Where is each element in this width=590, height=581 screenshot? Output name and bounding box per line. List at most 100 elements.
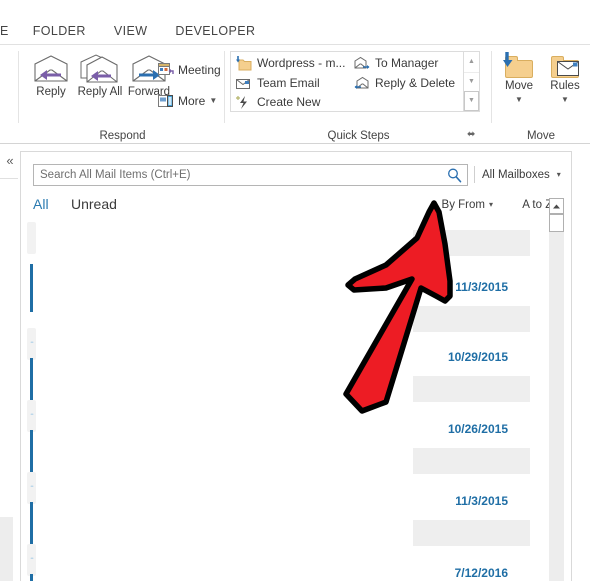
- move-arrow-icon: [503, 52, 513, 67]
- mail-content-area: « Search All Mail Items (Ctrl+E) All Mai…: [0, 145, 590, 581]
- quick-step-create-new[interactable]: Create New: [233, 92, 320, 112]
- forward-to-manager-icon: [354, 56, 370, 69]
- sort-field-caret-icon: ▾: [488, 200, 493, 209]
- message-row[interactable]: [22, 222, 552, 268]
- search-scope-label: All Mailboxes: [482, 169, 550, 181]
- search-row: Search All Mail Items (Ctrl+E) All Mailb…: [33, 164, 561, 186]
- quick-step-wordpress-label: Wordpress - m...: [257, 56, 346, 70]
- unread-indicator: [30, 574, 33, 581]
- row-grip-dots-icon: •••: [30, 556, 33, 562]
- quick-step-to-manager[interactable]: To Manager: [351, 53, 438, 73]
- ribbon: Reply Reply All Forward Meeting More ▼ R…: [0, 44, 590, 144]
- row-date: 10/29/2015: [447, 350, 508, 364]
- envelope-reply-icon: [34, 55, 68, 82]
- reply-all-button[interactable]: Reply All: [75, 50, 125, 122]
- meeting-button[interactable]: Meeting: [158, 57, 221, 83]
- unread-indicator: [30, 358, 33, 406]
- quick-step-team-email[interactable]: Team Email: [233, 73, 320, 93]
- move-caret-icon[interactable]: ▼: [496, 96, 542, 104]
- message-list[interactable]: 11/3/2015 ••• 10/29/2015 ••• 10/26/2015 …: [22, 222, 552, 581]
- move-button[interactable]: Move ▼: [496, 50, 542, 122]
- outlook-window: E FOLDER VIEW DEVELOPER Reply Reply All …: [0, 0, 590, 581]
- quick-steps-scroll-down[interactable]: ▼: [464, 71, 479, 92]
- unread-indicator: [30, 502, 33, 550]
- tab-file-clipped[interactable]: E: [0, 22, 19, 40]
- meeting-icon: [158, 63, 174, 75]
- move-to-folder-icon: [236, 55, 252, 70]
- sort-field-dropdown[interactable]: By From ▾: [442, 199, 493, 211]
- row-placeholder-block: [413, 520, 530, 546]
- message-row[interactable]: ••• 11/3/2015: [22, 472, 552, 550]
- row-placeholder-block: [413, 230, 530, 256]
- search-scope-caret-icon: ▾: [556, 170, 561, 179]
- message-row[interactable]: ••• 10/26/2015: [22, 400, 552, 478]
- create-new-icon: [236, 95, 247, 109]
- nav-rail-block: [0, 517, 13, 581]
- rules-caret-icon[interactable]: ▼: [542, 96, 588, 104]
- ribbon-group-quick-steps: Wordpress - m... To Manager Team Email R…: [226, 45, 491, 144]
- collapse-navigation-icon[interactable]: «: [3, 153, 17, 169]
- message-row[interactable]: ••• 10/29/2015: [22, 328, 552, 406]
- search-icon[interactable]: [446, 167, 463, 184]
- group-label-move: Move: [526, 130, 556, 142]
- filter-tab-unread[interactable]: Unread: [71, 196, 117, 212]
- team-email-icon: [236, 78, 250, 89]
- quick-steps-dialog-launcher[interactable]: ⬌: [467, 129, 479, 141]
- reply-all-label: Reply All: [77, 86, 123, 98]
- ribbon-group-move: Move ▼ Rules ▼ Move: [492, 45, 590, 144]
- row-grip-dots-icon: •••: [30, 484, 33, 490]
- tab-developer[interactable]: DEVELOPER: [161, 22, 269, 40]
- row-placeholder-block: [413, 448, 530, 474]
- quick-steps-scroll[interactable]: ▲ ▼ ▼: [463, 52, 479, 111]
- row-grip: •••: [27, 544, 36, 576]
- message-row[interactable]: 11/3/2015: [22, 264, 552, 336]
- reply-label: Reply: [36, 86, 66, 98]
- search-placeholder: Search All Mail Items (Ctrl+E): [40, 169, 191, 181]
- filter-tab-all[interactable]: All: [33, 196, 49, 212]
- rules-label: Rules: [550, 80, 580, 92]
- row-date: 11/3/2015: [455, 280, 508, 294]
- quick-steps-scroll-up[interactable]: ▲: [464, 52, 479, 72]
- search-divider: [474, 166, 475, 183]
- group-label-respond: Respond: [99, 130, 146, 142]
- quick-step-team-email-label: Team Email: [257, 76, 320, 90]
- search-scope-dropdown[interactable]: All Mailboxes ▾: [482, 164, 561, 186]
- envelope-reply-all-icon: [80, 54, 118, 83]
- more-respond-icon: [158, 95, 173, 107]
- sort-field-label: By From: [441, 199, 485, 211]
- reply-delete-icon: [354, 76, 369, 89]
- row-grip: •••: [27, 400, 36, 432]
- scroll-up-button[interactable]: [549, 198, 564, 214]
- move-folder-icon: [503, 52, 533, 78]
- move-label: Move: [504, 80, 534, 92]
- ribbon-tab-strip: E FOLDER VIEW DEVELOPER: [0, 0, 590, 44]
- quick-step-reply-delete[interactable]: Reply & Delete: [351, 73, 455, 93]
- search-input[interactable]: Search All Mail Items (Ctrl+E): [33, 164, 468, 186]
- quick-step-to-manager-label: To Manager: [375, 56, 439, 70]
- rules-envelope-icon: [557, 61, 579, 76]
- quick-steps-gallery: Wordpress - m... To Manager Team Email R…: [230, 51, 480, 112]
- row-placeholder-block: [413, 306, 530, 332]
- tab-view[interactable]: VIEW: [100, 22, 162, 40]
- quick-step-reply-delete-label: Reply & Delete: [375, 76, 456, 90]
- reply-button[interactable]: Reply: [26, 50, 76, 122]
- unread-indicator: [30, 264, 33, 312]
- rules-button[interactable]: Rules ▼: [542, 50, 588, 122]
- group-separator-1: [224, 51, 225, 123]
- quick-steps-more-button[interactable]: ▼: [464, 91, 479, 111]
- row-date: 11/3/2015: [455, 494, 508, 508]
- group-label-quick-steps: Quick Steps: [327, 130, 390, 142]
- row-placeholder-block: [413, 376, 530, 402]
- message-row[interactable]: ••• 7/12/2016: [22, 544, 552, 581]
- tab-folder[interactable]: FOLDER: [19, 22, 100, 40]
- row-date: 7/12/2016: [454, 566, 508, 580]
- row-grip: [27, 222, 36, 254]
- message-list-scrollbar-thumb[interactable]: [549, 214, 564, 232]
- row-grip: •••: [27, 472, 36, 504]
- more-button[interactable]: More ▼: [158, 88, 217, 114]
- message-list-scrollbar-track[interactable]: [549, 198, 564, 581]
- ribbon-group-respond: Reply Reply All Forward Meeting More ▼ R…: [20, 45, 225, 144]
- quick-step-wordpress[interactable]: Wordpress - m...: [233, 53, 345, 73]
- unread-indicator: [30, 430, 33, 478]
- row-grip-dots-icon: •••: [30, 340, 33, 346]
